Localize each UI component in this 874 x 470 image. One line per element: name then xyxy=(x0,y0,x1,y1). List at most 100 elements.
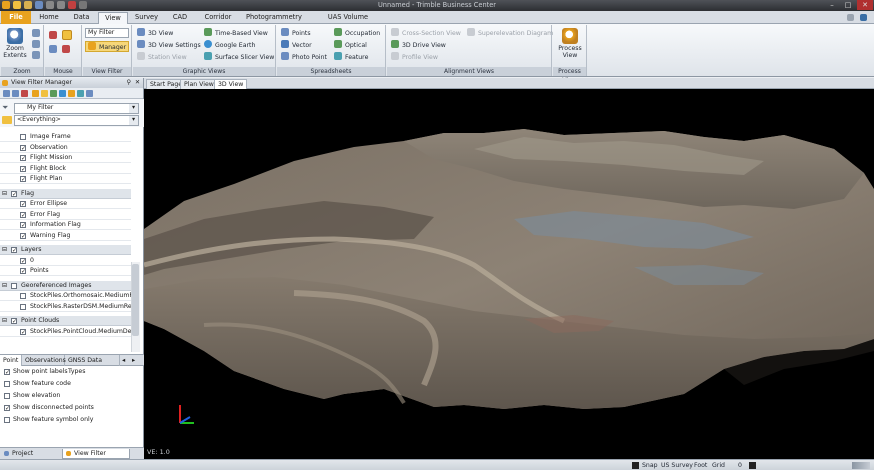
select-mode-icon[interactable] xyxy=(49,31,57,39)
filter-checkbox[interactable]: ✓ xyxy=(11,190,17,197)
filter-section[interactable]: ⊟ ✓ Point Clouds xyxy=(0,316,131,326)
scope-select[interactable]: <Everything> ▾ xyxy=(14,115,139,126)
filter-checkbox[interactable]: ✓ xyxy=(20,211,26,218)
subtab-left-arrow-icon[interactable]: ◂ xyxy=(122,356,125,364)
doctab-plan-view[interactable]: Plan View xyxy=(180,79,218,89)
subtab-right-arrow-icon[interactable]: ▸ xyxy=(132,356,135,364)
view-filter-select[interactable]: My Filter xyxy=(85,28,129,38)
collapse-icon[interactable]: ⊟ xyxy=(2,316,7,326)
uncheck-all-icon[interactable] xyxy=(41,90,48,97)
tab-home[interactable]: Home xyxy=(33,12,65,24)
filter-row[interactable]: ✓ Warning Flag xyxy=(0,231,131,241)
occupation-spreadsheet-button[interactable]: Occupation xyxy=(334,28,380,39)
grid-label[interactable]: Grid xyxy=(712,461,725,470)
filter-checkbox[interactable]: ✓ xyxy=(20,232,26,239)
collapse-icon[interactable]: ⊟ xyxy=(2,245,7,255)
filter-select[interactable]: My Filter ▾ xyxy=(14,103,139,114)
help-icon[interactable] xyxy=(860,14,867,21)
subtab-gnss-data-types[interactable]: GNSS Data Types xyxy=(65,355,120,375)
collapse-icon[interactable]: ⊟ xyxy=(2,281,7,291)
delete-filter-icon[interactable] xyxy=(21,90,28,97)
google-earth-button[interactable]: Google Earth xyxy=(204,40,255,51)
panel-close-button[interactable]: ✕ xyxy=(135,78,140,88)
snap-indicator-icon[interactable] xyxy=(632,462,639,469)
tab-project-explorer[interactable]: Project Explorer xyxy=(1,449,61,467)
filter-checkbox[interactable] xyxy=(20,293,26,299)
filter-row[interactable]: ✓ 0 xyxy=(0,256,131,266)
superelevation-diagram-button[interactable]: Superelevation Diagram xyxy=(467,28,553,39)
zoom-out-icon[interactable] xyxy=(32,40,40,48)
copy-filter-icon[interactable] xyxy=(12,90,19,97)
filter-checkbox[interactable]: ✓ xyxy=(20,268,26,275)
view-filter-manager-button[interactable]: Manager xyxy=(85,41,129,52)
ribbon-minimize-icon[interactable] xyxy=(847,14,854,21)
tab-uas-volume-calculations[interactable]: UAS Volume Calculations xyxy=(305,12,391,32)
filter-row[interactable]: Image Frame xyxy=(0,132,131,142)
filter-row[interactable]: StockPiles.RasterDSM.MediumRe xyxy=(0,302,131,312)
points-spreadsheet-button[interactable]: Points xyxy=(281,28,311,39)
subtab-point[interactable]: Point xyxy=(0,355,22,366)
filter-row[interactable]: ✓ Error Ellipse xyxy=(0,199,131,209)
close-button[interactable]: ✕ xyxy=(857,0,873,10)
zoom-extents-button[interactable]: Zoom Extents xyxy=(2,28,28,59)
tab-file[interactable]: File xyxy=(1,11,31,24)
photo-point-spreadsheet-button[interactable]: Photo Point xyxy=(281,52,327,63)
filter-row[interactable]: ✓ Flight Block xyxy=(0,164,131,174)
refresh-icon[interactable] xyxy=(86,90,93,97)
resize-grip-icon[interactable] xyxy=(852,462,870,469)
3d-view-button[interactable]: 3D View xyxy=(137,28,173,39)
3d-view-settings-button[interactable]: 3D View Settings xyxy=(137,40,201,51)
filter-row[interactable]: ✓ StockPiles.PointCloud.MediumDen xyxy=(0,327,131,337)
feature-spreadsheet-button[interactable]: Feature xyxy=(334,52,368,63)
profile-view-button[interactable]: Profile View xyxy=(391,52,438,63)
minimize-button[interactable]: – xyxy=(824,0,840,10)
search-icon[interactable] xyxy=(68,90,75,97)
check-all-icon[interactable] xyxy=(32,90,39,97)
filter-row[interactable]: ✓ Flight Mission xyxy=(0,153,131,163)
filter-checkbox[interactable]: ✓ xyxy=(11,247,17,254)
tab-corridor[interactable]: Corridor xyxy=(196,12,240,24)
filter-row[interactable]: ✓ Points xyxy=(0,266,131,276)
tab-data[interactable]: Data xyxy=(66,12,97,24)
orbit-mode-icon[interactable] xyxy=(49,45,57,53)
option-checkbox[interactable] xyxy=(4,417,10,423)
filter-section[interactable]: ⊟ ✓ Flag xyxy=(0,188,131,199)
filter-row[interactable]: StockPiles.Orthomosaic.MediumR xyxy=(0,291,131,301)
process-view-button[interactable]: Process View xyxy=(555,28,585,59)
filter-checkbox[interactable]: ✓ xyxy=(20,328,26,335)
doctab-3d-view[interactable]: 3D View xyxy=(214,79,248,89)
filter-checkbox[interactable]: ✓ xyxy=(11,318,17,325)
filter-checkbox[interactable] xyxy=(11,282,17,289)
rotate-mode-icon[interactable] xyxy=(62,45,70,53)
time-based-view-button[interactable]: Time-Based View xyxy=(204,28,268,39)
filter-checkbox[interactable]: ✓ xyxy=(20,222,26,229)
maximize-button[interactable]: □ xyxy=(840,0,856,10)
zoom-in-icon[interactable] xyxy=(32,29,40,37)
snap-toggle[interactable]: Snap xyxy=(642,461,658,470)
filter-checkbox[interactable]: ✓ xyxy=(20,257,26,264)
3d-viewport[interactable]: VE: 1.0 xyxy=(144,89,874,459)
filter-checkbox[interactable]: ✓ xyxy=(20,165,26,172)
option-checkbox[interactable]: ✓ xyxy=(4,369,10,376)
surface-slicer-view-button[interactable]: Surface Slicer View xyxy=(204,52,274,63)
options-icon[interactable] xyxy=(77,90,84,97)
filter-row[interactable]: ✓ Flight Plan xyxy=(0,174,131,184)
filter-checkbox[interactable] xyxy=(20,134,26,140)
coordinate-system-label[interactable]: US Survey xyxy=(661,461,693,470)
pin-icon[interactable]: ⚲ xyxy=(126,78,131,88)
vector-spreadsheet-button[interactable]: Vector xyxy=(281,40,312,51)
collapse-icon[interactable] xyxy=(59,90,66,97)
zoom-window-icon[interactable] xyxy=(32,51,40,59)
filter-checkbox[interactable]: ✓ xyxy=(20,201,26,208)
3d-drive-view-button[interactable]: 3D Drive View xyxy=(391,40,446,51)
pan-mode-icon[interactable] xyxy=(62,30,72,40)
new-filter-icon[interactable] xyxy=(3,90,10,97)
tab-survey[interactable]: Survey xyxy=(129,12,164,24)
filter-section[interactable]: ⊟ ✓ Layers xyxy=(0,245,131,255)
tab-cad[interactable]: CAD xyxy=(165,12,195,24)
units-label[interactable]: Foot xyxy=(694,461,707,470)
filter-section[interactable]: ⊟ Georeferenced Images xyxy=(0,280,131,291)
filter-row[interactable]: ✓ Error Flag xyxy=(0,210,131,220)
filter-row[interactable]: ✓ Observation xyxy=(0,143,131,153)
collapse-icon[interactable]: ⊟ xyxy=(2,189,7,199)
